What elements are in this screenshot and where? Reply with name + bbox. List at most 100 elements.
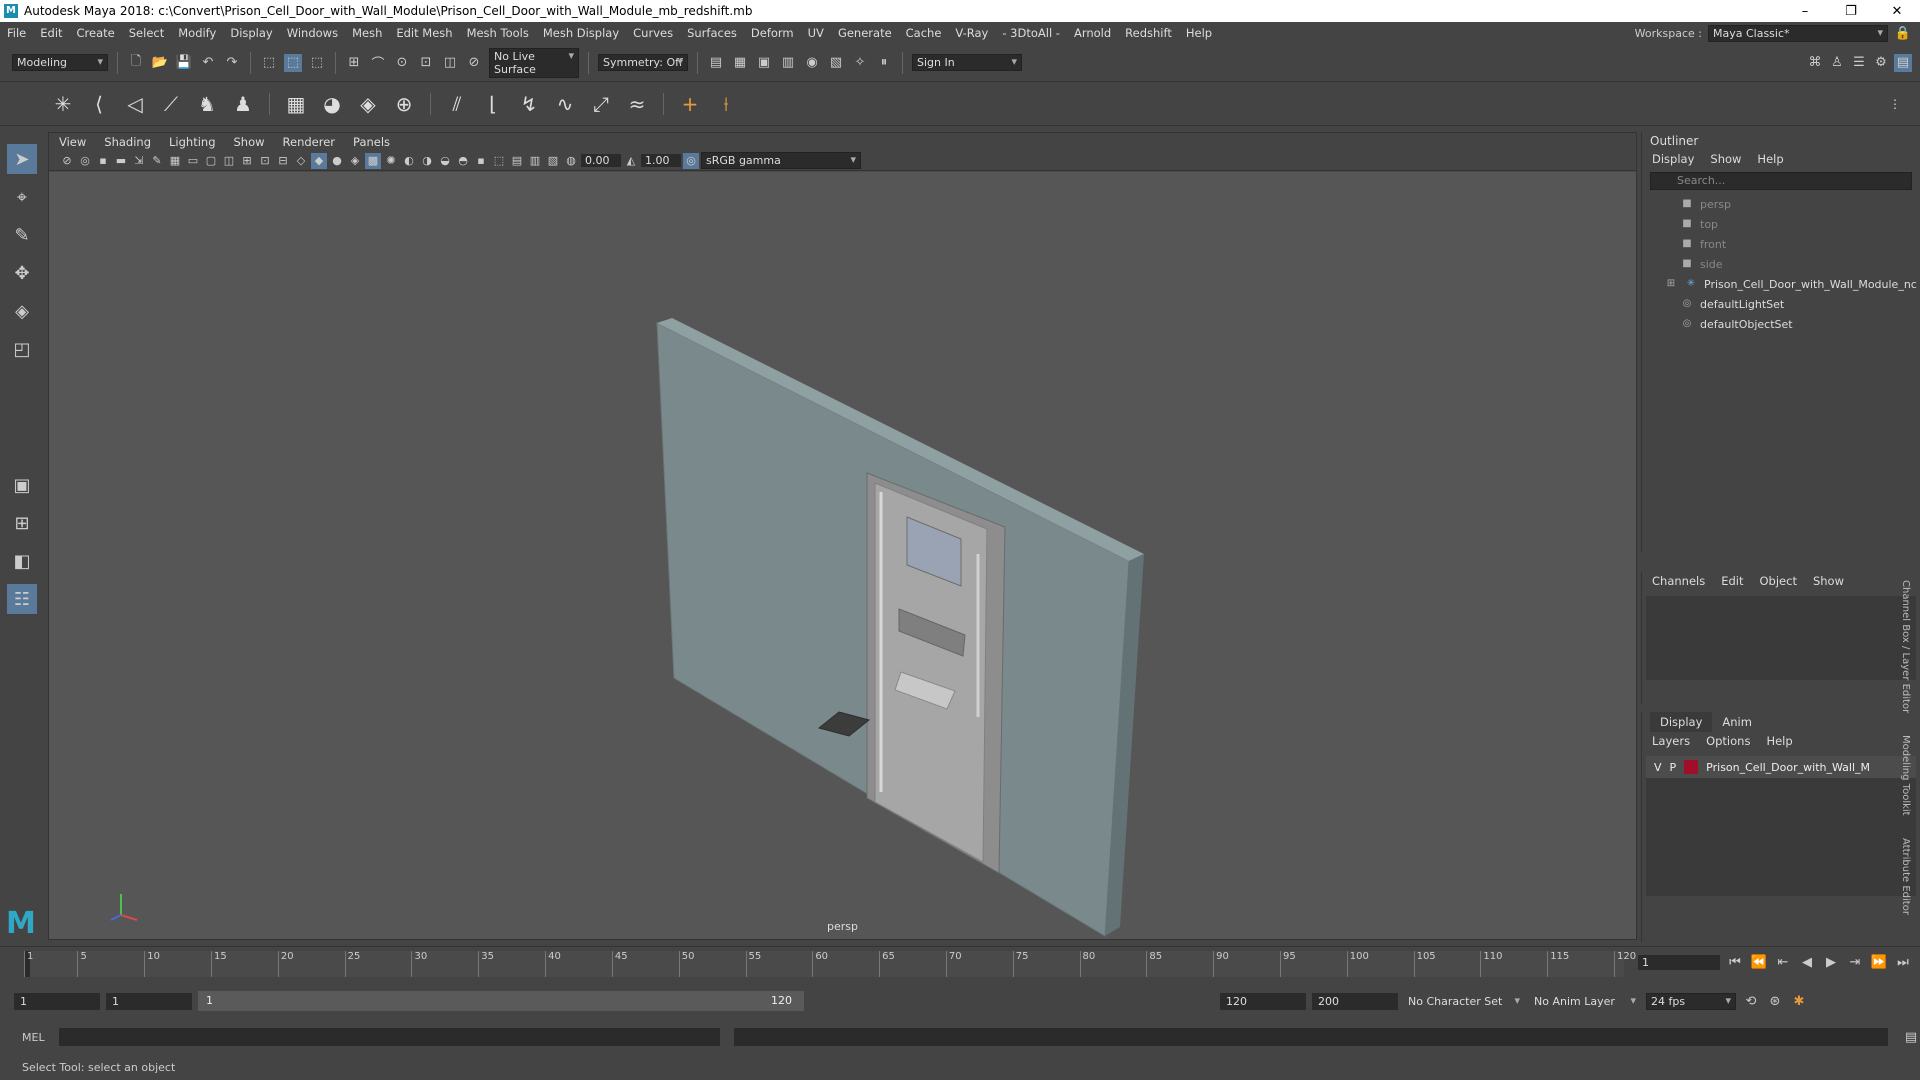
- default-material-icon[interactable]: ●: [329, 153, 345, 169]
- grid-icon[interactable]: ▦: [167, 153, 183, 169]
- menu-arnold[interactable]: Arnold: [1067, 26, 1118, 40]
- layer-playback-toggle[interactable]: P: [1670, 761, 1677, 774]
- channelbox-menu-channels[interactable]: Channels: [1652, 574, 1705, 588]
- snap-grid-icon[interactable]: ⊞: [345, 54, 363, 72]
- outliner-item-top[interactable]: ■ top: [1642, 214, 1920, 234]
- menu-uv[interactable]: UV: [801, 26, 831, 40]
- field-chart-icon[interactable]: ⊞: [239, 153, 255, 169]
- human-ik-shelf-icon[interactable]: ♟: [230, 91, 256, 117]
- menuset-dropdown[interactable]: Modeling: [12, 54, 108, 71]
- menu-mesh-tools[interactable]: Mesh Tools: [460, 26, 536, 40]
- menu-curves[interactable]: Curves: [626, 26, 680, 40]
- menu-mesh-display[interactable]: Mesh Display: [536, 26, 626, 40]
- bookmark-icon[interactable]: ▪: [95, 153, 111, 169]
- menu-windows[interactable]: Windows: [280, 26, 345, 40]
- outliner-item-prison-cell[interactable]: ⊞ ✳ Prison_Cell_Door_with_Wall_Module_nc: [1642, 274, 1920, 294]
- layer-color-swatch[interactable]: [1684, 760, 1699, 774]
- 2d-pan-icon[interactable]: ⇲: [131, 153, 147, 169]
- use-lights-icon[interactable]: ✺: [383, 153, 399, 169]
- select-tool-icon[interactable]: ➤: [7, 144, 37, 174]
- film-gate-icon[interactable]: ▭: [185, 153, 201, 169]
- wrap-icon[interactable]: ◈: [355, 91, 381, 117]
- hypershade-icon[interactable]: ◉: [803, 54, 821, 72]
- range-bar[interactable]: 1 120: [198, 991, 804, 1011]
- menu-file[interactable]: File: [0, 26, 33, 40]
- 3d-viewport[interactable]: persp: [49, 172, 1636, 939]
- channelbox-menu-object[interactable]: Object: [1760, 574, 1797, 588]
- textured-icon[interactable]: ▩: [365, 152, 381, 169]
- menu-3dtoall[interactable]: - 3DtoAll -: [995, 26, 1067, 40]
- locator-icon[interactable]: +: [677, 91, 703, 117]
- color-management-icon[interactable]: ◎: [683, 152, 699, 169]
- joint-tool-icon[interactable]: ✳: [50, 91, 76, 117]
- exposure-field[interactable]: 0.00: [581, 154, 621, 167]
- minimize-icon[interactable]: –: [1782, 4, 1828, 19]
- playback-start-field[interactable]: 1: [106, 992, 192, 1010]
- menu-help[interactable]: Help: [1179, 26, 1219, 40]
- tool-settings-icon[interactable]: ⚙: [1872, 54, 1890, 72]
- time-ticks[interactable]: 1 5 10 15 20 25 30 35 40 45 50 55 60 65 70 75 80 85 90 95 10…: [24, 951, 1636, 977]
- outliner-item-side[interactable]: ■ side: [1642, 254, 1920, 274]
- twist-icon[interactable]: ↯: [516, 91, 542, 117]
- workspace-dropdown[interactable]: Maya Classic*: [1708, 24, 1888, 42]
- render-current-frame-icon[interactable]: ▣: [755, 54, 773, 72]
- menu-surfaces[interactable]: Surfaces: [680, 26, 744, 40]
- menu-cache[interactable]: Cache: [899, 26, 949, 40]
- anti-aliasing-icon[interactable]: ◓: [455, 153, 471, 169]
- go-to-start-icon[interactable]: ⏮: [1726, 953, 1744, 971]
- redo-icon[interactable]: ↷: [223, 54, 241, 72]
- expand-icon[interactable]: ⊞: [1664, 278, 1678, 290]
- tab-anim[interactable]: Anim: [1712, 712, 1762, 732]
- outliner-menu-display[interactable]: Display: [1652, 152, 1694, 166]
- vp-menu-show[interactable]: Show: [234, 135, 265, 149]
- go-to-end-icon[interactable]: ⏭: [1894, 953, 1912, 971]
- xray-joints-icon[interactable]: ▥: [527, 153, 543, 169]
- gate-mask-icon[interactable]: ◫: [221, 153, 237, 169]
- squash-icon[interactable]: ⤢: [588, 91, 614, 117]
- layer-menu-options[interactable]: Options: [1706, 734, 1750, 748]
- cluster-icon[interactable]: ◕: [319, 91, 345, 117]
- depth-of-field-icon[interactable]: ▪: [473, 153, 489, 169]
- snap-point-icon[interactable]: ⊙: [393, 54, 411, 72]
- layer-menu-layers[interactable]: Layers: [1652, 734, 1690, 748]
- save-scene-icon[interactable]: 💾: [175, 54, 193, 72]
- smooth-shade-icon[interactable]: ◆: [311, 152, 327, 169]
- scene-start-field[interactable]: 1: [14, 992, 100, 1010]
- snap-surface-icon[interactable]: ◫: [441, 54, 459, 72]
- character-set-dropdown[interactable]: No Character Set: [1404, 993, 1524, 1009]
- layer-row[interactable]: V P Prison_Cell_Door_with_Wall_M: [1646, 756, 1916, 778]
- flare-icon[interactable]: ⌊: [480, 91, 506, 117]
- new-scene-icon[interactable]: 🗋: [127, 54, 145, 72]
- loop-icon[interactable]: ⟲: [1742, 992, 1760, 1010]
- command-input[interactable]: [58, 1028, 720, 1046]
- isolate-select-icon[interactable]: ⬚: [491, 153, 507, 169]
- select-hierarchy-icon[interactable]: ⬚: [260, 54, 278, 72]
- gamma-field[interactable]: 1.00: [641, 154, 681, 167]
- safe-title-icon[interactable]: ⊟: [275, 153, 291, 169]
- outliner-item-default-object-set[interactable]: ◎ defaultObjectSet: [1642, 314, 1920, 334]
- playback-end-field[interactable]: 120: [1220, 992, 1306, 1010]
- four-pane-layout-icon[interactable]: ⊞: [7, 508, 37, 538]
- sidetab-modeling-toolkit[interactable]: Modeling Toolkit: [1900, 735, 1911, 816]
- sidetab-channel-box[interactable]: Channel Box / Layer Editor: [1900, 580, 1911, 713]
- make-live-icon[interactable]: ⊘: [465, 54, 483, 72]
- wave-icon[interactable]: ≈: [624, 91, 650, 117]
- render-setup-icon[interactable]: ▧: [827, 54, 845, 72]
- ambient-occlusion-icon[interactable]: ◑: [419, 153, 435, 169]
- anim-layer-dropdown[interactable]: No Anim Layer: [1530, 993, 1640, 1009]
- vp-menu-view[interactable]: View: [59, 135, 86, 149]
- outliner-item-default-light-set[interactable]: ◎ defaultLightSet: [1642, 294, 1920, 314]
- image-plane-icon[interactable]: ▬: [113, 153, 129, 169]
- symmetry-dropdown[interactable]: Symmetry: Off: [598, 54, 688, 71]
- ik-spline-icon[interactable]: ◁: [122, 91, 148, 117]
- live-surface-field[interactable]: No Live Surface: [489, 47, 579, 78]
- sine-icon[interactable]: ∿: [552, 91, 578, 117]
- modeling-toolkit-icon[interactable]: ⌘: [1806, 54, 1824, 72]
- light-editor-icon[interactable]: ✧: [851, 54, 869, 72]
- outliner-item-front[interactable]: ■ front: [1642, 234, 1920, 254]
- two-pane-layout-icon[interactable]: ◧: [7, 546, 37, 576]
- xray-components-icon[interactable]: ▧: [545, 153, 561, 169]
- render-settings-icon[interactable]: ▤: [707, 54, 725, 72]
- play-forward-icon[interactable]: ▶: [1822, 953, 1840, 971]
- vp-menu-panels[interactable]: Panels: [353, 135, 390, 149]
